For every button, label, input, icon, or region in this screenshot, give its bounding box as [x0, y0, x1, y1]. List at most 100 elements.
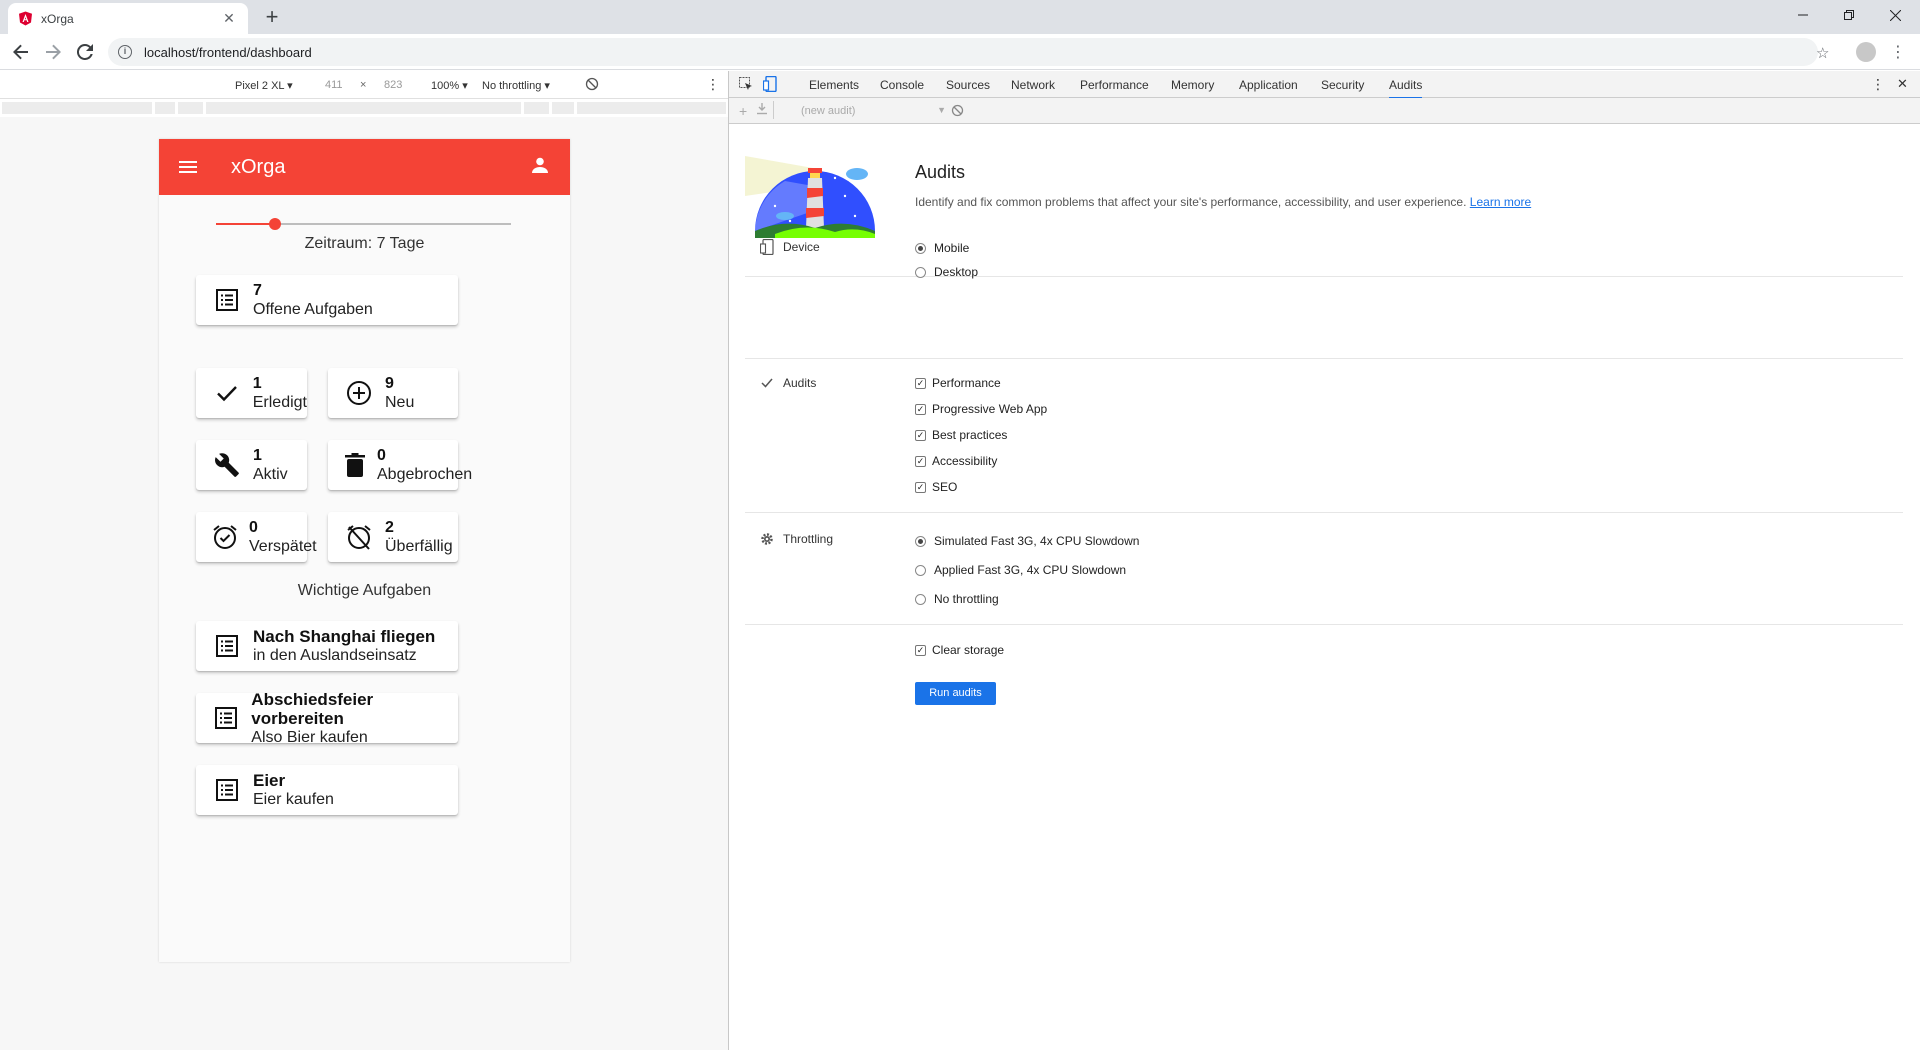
trash-icon: [344, 450, 366, 480]
checkbox-performance[interactable]: ✓: [915, 377, 926, 389]
device-toolbar-menu-icon[interactable]: ⋮: [706, 76, 720, 93]
stat-card-abgebrochen[interactable]: 0 Abgebrochen: [328, 440, 472, 490]
download-report-icon[interactable]: [756, 103, 768, 118]
tab-performance[interactable]: Performance: [1080, 78, 1149, 92]
throttling-option-simulated[interactable]: Simulated Fast 3G, 4x CPU Slowdown: [915, 534, 1139, 548]
audits-description-text: Identify and fix common problems that af…: [915, 195, 1467, 209]
report-select-value: (new audit): [801, 105, 856, 117]
browser-menu-icon[interactable]: ⋮: [1890, 42, 1906, 62]
menu-icon[interactable]: [179, 161, 197, 173]
tab-audits[interactable]: Audits: [1389, 78, 1423, 99]
add-circle-icon: [344, 378, 374, 408]
tab-security[interactable]: Security: [1321, 78, 1364, 92]
audit-option-accessibility[interactable]: ✓ Accessibility: [915, 454, 997, 468]
open-tasks-label: Offene Aufgaben: [253, 301, 373, 318]
stat-card-erledigt[interactable]: 1 Erledigt: [196, 368, 307, 418]
audit-option-performance[interactable]: ✓ Performance: [915, 376, 1001, 390]
tab-console[interactable]: Console: [880, 78, 924, 92]
time-range-slider[interactable]: [216, 218, 511, 230]
important-task-card[interactable]: Nach Shanghai fliegen in den Auslandseins…: [196, 621, 458, 671]
device-label: Device: [783, 240, 820, 254]
checkbox-best-practices[interactable]: ✓: [915, 429, 926, 441]
radio-mobile[interactable]: [915, 242, 926, 254]
important-task-card[interactable]: Eier Eier kaufen: [196, 765, 458, 815]
tab-elements[interactable]: Elements: [809, 78, 859, 92]
stat-card-aktiv[interactable]: 1 Aktiv: [196, 440, 307, 490]
stat-card-verspaetet[interactable]: 0 Verspätet: [196, 512, 317, 562]
audits-description: Identify and fix common problems that af…: [915, 195, 1531, 209]
devtools-menu-icon[interactable]: ⋮: [1871, 76, 1885, 93]
address-bar[interactable]: i localhost/frontend/dashboard: [108, 38, 1818, 66]
radio-desktop[interactable]: [915, 266, 926, 278]
audits-panel: Audits Identify and fix common problems …: [729, 124, 1920, 1050]
divider: [745, 512, 1903, 513]
url-text: localhost/frontend/dashboard: [144, 44, 312, 60]
radio-applied[interactable]: [915, 564, 926, 576]
stat-card-ueberfaellig[interactable]: 2 Überfällig: [328, 512, 458, 562]
forward-icon[interactable]: [40, 39, 66, 65]
rotate-icon[interactable]: [585, 77, 599, 94]
back-icon[interactable]: [8, 39, 34, 65]
throttling-option-none[interactable]: No throttling: [915, 592, 999, 606]
stat-count: 9: [385, 375, 394, 392]
tab-sources[interactable]: Sources: [946, 78, 990, 92]
important-task-card[interactable]: Abschiedsfeier vorbereiten Also Bier kauf…: [196, 689, 458, 746]
add-audit-icon[interactable]: +: [739, 103, 747, 119]
tab-memory[interactable]: Memory: [1171, 78, 1214, 92]
important-tasks-heading: Wichtige Aufgaben: [297, 582, 432, 599]
device-option-mobile[interactable]: Mobile: [915, 241, 969, 255]
radio-no-throttling[interactable]: [915, 593, 926, 605]
stat-label: Erledigt: [252, 394, 307, 411]
site-info-icon[interactable]: i: [118, 45, 132, 59]
minimize-icon[interactable]: [1780, 0, 1826, 30]
time-range-label: Zeitraum: 7 Tage: [304, 235, 425, 252]
audit-option-seo[interactable]: ✓ SEO: [915, 480, 957, 494]
task-title: Abschiedsfeier vorbereiten: [251, 689, 374, 728]
tab-close-icon[interactable]: ✕: [220, 10, 238, 27]
devtools-close-icon[interactable]: ✕: [1897, 76, 1908, 92]
report-select[interactable]: (new audit) ▼: [801, 105, 946, 117]
bookmark-star-icon[interactable]: ☆: [1816, 44, 1829, 62]
radio-simulated[interactable]: [915, 535, 926, 547]
new-tab-button[interactable]: +: [258, 4, 286, 32]
stat-card-neu[interactable]: 9 Neu: [328, 368, 458, 418]
clear-storage-option[interactable]: ✓ Clear storage: [915, 643, 1004, 657]
device-toggle-icon[interactable]: [762, 75, 777, 95]
media-query-ruler: [0, 99, 728, 117]
device-select[interactable]: Pixel 2 XL ▾: [235, 79, 293, 92]
option-label: Applied Fast 3G, 4x CPU Slowdown: [934, 563, 1127, 577]
close-window-icon[interactable]: [1872, 0, 1918, 30]
audit-option-best-practices[interactable]: ✓ Best practices: [915, 428, 1007, 442]
learn-more-link[interactable]: Learn more: [1470, 195, 1531, 209]
option-label: Desktop: [934, 265, 979, 279]
device-height[interactable]: 823: [384, 79, 402, 91]
tab-network[interactable]: Network: [1011, 78, 1055, 92]
inspect-element-icon[interactable]: [739, 77, 753, 94]
clear-audits-icon[interactable]: [951, 104, 964, 120]
checkbox-pwa[interactable]: ✓: [915, 403, 926, 415]
audits-toolbar: + (new audit) ▼: [729, 98, 1920, 124]
account-icon[interactable]: [532, 157, 548, 178]
open-tasks-card[interactable]: 7 Offene Aufgaben: [196, 275, 458, 325]
audit-option-pwa[interactable]: ✓ Progressive Web App: [915, 402, 1047, 416]
restore-icon[interactable]: [1826, 0, 1872, 30]
checkbox-accessibility[interactable]: ✓: [915, 455, 926, 467]
device-width[interactable]: 411: [325, 79, 343, 91]
option-label: No throttling: [934, 592, 999, 606]
alarm-check-icon: [212, 522, 238, 552]
throttling-option-applied[interactable]: Applied Fast 3G, 4x CPU Slowdown: [915, 563, 1126, 577]
checkbox-seo[interactable]: ✓: [915, 481, 926, 493]
tab-application[interactable]: Application: [1239, 78, 1298, 92]
checkbox-clear-storage[interactable]: ✓: [915, 644, 926, 656]
browser-tab[interactable]: xOrga ✕: [8, 3, 248, 34]
run-audits-button[interactable]: Run audits: [915, 682, 996, 705]
option-label: Clear storage: [932, 643, 1005, 657]
device-option-desktop[interactable]: Desktop: [915, 265, 978, 279]
app-title: xOrga: [231, 155, 286, 178]
throttling-select[interactable]: No throttling ▾: [482, 79, 550, 92]
tab-title: xOrga: [41, 11, 74, 26]
slider-thumb[interactable]: [269, 218, 281, 230]
profile-avatar-icon[interactable]: [1856, 42, 1876, 62]
zoom-select[interactable]: 100% ▾: [431, 79, 468, 92]
reload-icon[interactable]: [72, 39, 98, 65]
